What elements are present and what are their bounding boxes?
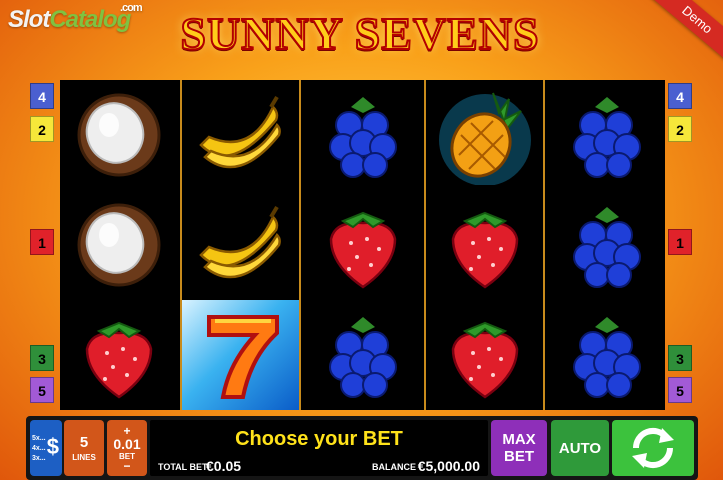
control-bar: 5x... 4x... 3x... $ 5 LINES + 0.01 BET −… [26,416,698,480]
reel-3 [304,80,421,410]
paytable-rows: 5x... 4x... 3x... [32,434,46,464]
strawberry-icon [60,300,177,410]
coconut-icon [60,190,177,300]
spin-button[interactable] [612,420,694,476]
game-title: SUNNY SEVENS [179,7,540,60]
line-marker-right-5: 5 [668,377,692,403]
blueberry-icon [548,190,665,300]
dollar-icon: $ [46,434,59,459]
paytable-row: 5x... [32,435,46,442]
line-marker-right-2: 2 [668,116,692,142]
bet-minus-icon[interactable]: − [123,460,130,472]
paytable-button[interactable]: 5x... 4x... 3x... $ [30,420,62,476]
auto-label: AUTO [558,439,602,457]
watermark-slot-text: Slot [8,6,50,33]
blueberry-icon [548,300,665,410]
paytable-row: 4x... [32,445,46,452]
spin-arrows-icon [632,427,674,469]
watermark-com-text: .com [120,2,143,14]
bet-value: 0.01 [113,435,141,452]
line-marker-right-4: 4 [668,83,692,109]
lines-button[interactable]: 5 LINES [64,420,104,476]
strawberry-icon [426,300,543,410]
status-message: Choose your BET [235,428,403,450]
total-bet-value: €0.05 [206,458,242,474]
max-bet-button[interactable]: MAX BET [491,420,547,476]
total-bet-label: TOTAL BET [158,462,208,472]
coconut-icon [60,80,177,190]
blueberry-icon [304,80,421,190]
line-marker-left-5: 5 [30,377,54,403]
pineapple-icon [426,80,543,190]
line-marker-left-2: 2 [30,116,54,142]
blueberry-icon [304,300,421,410]
lines-label: LINES [72,453,96,462]
bet-plus-icon[interactable]: + [123,425,130,437]
paytable-row: 3x... [32,455,46,462]
banana-icon [182,190,299,300]
reel-1 [60,80,177,410]
banana-icon [182,80,299,190]
reel-grid [60,80,665,410]
reel-4 [424,80,545,410]
lines-value: 5 [79,434,89,451]
bet-button[interactable]: + 0.01 BET − [107,420,147,476]
slotcatalog-watermark: SlotCatalog .com [8,2,143,34]
demo-ribbon: Demo [643,0,723,68]
line-marker-right-3: 3 [668,345,692,371]
line-marker-right-1: 1 [668,229,692,255]
watermark-catalog-text: Catalog [49,6,131,33]
max-bet-line1: MAX [502,431,536,448]
line-marker-left-1: 1 [30,229,54,255]
strawberry-icon [426,190,543,300]
max-bet-line2: BET [504,448,534,465]
info-panel: Choose your BET TOTAL BET €0.05 BALANCE … [150,420,488,476]
strawberry-icon [304,190,421,300]
line-marker-left-4: 4 [30,83,54,109]
auto-button[interactable]: AUTO [551,420,609,476]
blueberry-icon [548,80,665,190]
balance-label: BALANCE [372,462,416,472]
balance-value: €5,000.00 [417,458,480,474]
seven-icon [182,300,299,410]
reel-2 [180,80,301,410]
reel-5 [548,80,665,410]
line-marker-left-3: 3 [30,345,54,371]
